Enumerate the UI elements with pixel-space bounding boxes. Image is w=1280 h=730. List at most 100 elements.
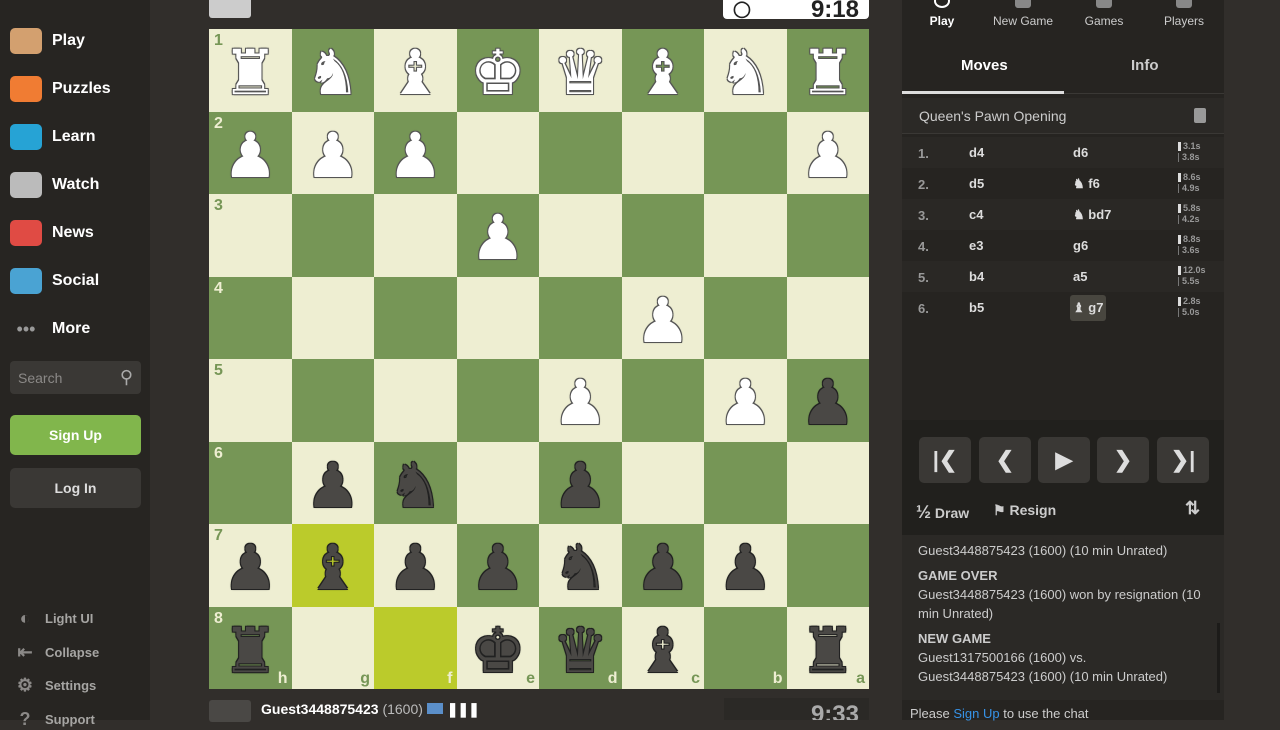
square-g6[interactable]: ♟ bbox=[291, 441, 374, 524]
square-g8[interactable]: g bbox=[291, 606, 374, 689]
sidebar-item-social[interactable]: Social bbox=[10, 266, 99, 296]
square-e7[interactable]: ♟ bbox=[456, 524, 539, 607]
white-pawn-piece[interactable]: ♟ bbox=[800, 124, 856, 187]
square-c1[interactable]: ♝ bbox=[621, 29, 704, 112]
square-g7[interactable]: ♝ bbox=[291, 524, 374, 607]
flip-board-icon[interactable]: ⇅ bbox=[1185, 498, 1200, 519]
black-pawn-piece[interactable]: ♟ bbox=[387, 537, 443, 599]
square-c6[interactable] bbox=[621, 441, 704, 524]
square-b5[interactable]: ♟ bbox=[704, 359, 787, 442]
square-h5[interactable]: 5 bbox=[209, 359, 292, 442]
square-d2[interactable] bbox=[539, 111, 622, 194]
square-h7[interactable]: 7 ♟ bbox=[209, 524, 292, 607]
sidebar-footer-collapse[interactable]: ⇤ Collapse bbox=[14, 642, 99, 663]
sidebar-item-play[interactable]: Play bbox=[10, 26, 85, 56]
square-g3[interactable] bbox=[291, 194, 374, 277]
white-rook-piece[interactable]: ♜ bbox=[222, 42, 278, 104]
white-king-piece[interactable]: ♚ bbox=[470, 42, 526, 104]
black-knight-piece[interactable]: ♞ bbox=[387, 454, 443, 517]
black-knight-piece[interactable]: ♞ bbox=[552, 537, 608, 599]
square-f8[interactable]: f bbox=[374, 606, 457, 689]
white-pawn-piece[interactable]: ♟ bbox=[470, 207, 526, 269]
square-c8[interactable]: c ♝ bbox=[621, 606, 704, 689]
square-c5[interactable] bbox=[621, 359, 704, 442]
square-g1[interactable]: ♞ bbox=[291, 29, 374, 112]
black-bishop-piece[interactable]: ♝ bbox=[305, 537, 361, 599]
square-f2[interactable]: ♟ bbox=[374, 111, 457, 194]
square-h4[interactable]: 4 bbox=[209, 276, 292, 359]
resign-button[interactable]: ⚑ Resign bbox=[993, 502, 1056, 519]
sidebar-item-learn[interactable]: Learn bbox=[10, 122, 96, 152]
next-move-button[interactable]: ❯ bbox=[1097, 437, 1149, 483]
white-pawn-piece[interactable]: ♟ bbox=[635, 289, 691, 352]
square-h1[interactable]: 1 ♜ bbox=[209, 29, 292, 112]
square-e3[interactable]: ♟ bbox=[456, 194, 539, 277]
black-rook-piece[interactable]: ♜ bbox=[800, 619, 856, 682]
square-b4[interactable] bbox=[704, 276, 787, 359]
black-move[interactable]: ♞ f6 bbox=[1070, 176, 1103, 192]
black-pawn-piece[interactable]: ♟ bbox=[800, 372, 856, 434]
square-a6[interactable] bbox=[786, 441, 869, 524]
black-move[interactable]: d6 bbox=[1070, 145, 1091, 160]
tab-games[interactable]: Games bbox=[1064, 0, 1144, 34]
white-knight-piece[interactable]: ♞ bbox=[305, 42, 361, 104]
book-icon[interactable] bbox=[1194, 108, 1206, 123]
chat-scrollbar[interactable] bbox=[1217, 623, 1220, 693]
square-h6[interactable]: 6 bbox=[209, 441, 292, 524]
black-move[interactable]: a5 bbox=[1070, 269, 1090, 284]
black-rook-piece[interactable]: ♜ bbox=[222, 619, 278, 682]
square-b3[interactable] bbox=[704, 194, 787, 277]
white-bishop-piece[interactable]: ♝ bbox=[635, 42, 691, 104]
square-g5[interactable] bbox=[291, 359, 374, 442]
white-knight-piece[interactable]: ♞ bbox=[717, 42, 773, 104]
square-b8[interactable]: b bbox=[704, 606, 787, 689]
black-move[interactable]: g6 bbox=[1070, 238, 1091, 253]
sidebar-item-news[interactable]: News bbox=[10, 218, 94, 248]
previous-move-button[interactable]: ❮ bbox=[979, 437, 1031, 483]
white-move[interactable]: c4 bbox=[969, 207, 983, 222]
square-d4[interactable] bbox=[539, 276, 622, 359]
square-a4[interactable] bbox=[786, 276, 869, 359]
black-move[interactable]: ♝ g7 bbox=[1070, 295, 1107, 321]
white-move[interactable]: b5 bbox=[969, 300, 984, 315]
square-d8[interactable]: d ♛ bbox=[539, 606, 622, 689]
white-pawn-piece[interactable]: ♟ bbox=[305, 124, 361, 187]
black-move[interactable]: ♞ bd7 bbox=[1070, 207, 1114, 223]
square-b6[interactable] bbox=[704, 441, 787, 524]
square-f7[interactable]: ♟ bbox=[374, 524, 457, 607]
square-a8[interactable]: a ♜ bbox=[786, 606, 869, 689]
square-e6[interactable] bbox=[456, 441, 539, 524]
search-icon[interactable]: ⚲ bbox=[120, 367, 133, 388]
white-bishop-piece[interactable]: ♝ bbox=[387, 42, 443, 104]
square-a7[interactable] bbox=[786, 524, 869, 607]
tab-play[interactable]: Play bbox=[902, 0, 982, 34]
square-e1[interactable]: ♚ bbox=[456, 29, 539, 112]
last-move-button[interactable]: ❯| bbox=[1157, 437, 1209, 483]
white-move[interactable]: d4 bbox=[969, 145, 984, 160]
square-c3[interactable] bbox=[621, 194, 704, 277]
white-pawn-piece[interactable]: ♟ bbox=[222, 124, 278, 187]
square-h8[interactable]: 8 h ♜ bbox=[209, 606, 292, 689]
square-a5[interactable]: ♟ bbox=[786, 359, 869, 442]
sidebar-item-puzzles[interactable]: Puzzles bbox=[10, 74, 111, 104]
square-e8[interactable]: e ♚ bbox=[456, 606, 539, 689]
square-c7[interactable]: ♟ bbox=[621, 524, 704, 607]
black-king-piece[interactable]: ♚ bbox=[470, 619, 526, 682]
square-g4[interactable] bbox=[291, 276, 374, 359]
search-box[interactable]: ⚲ bbox=[10, 361, 141, 394]
square-b7[interactable]: ♟ bbox=[704, 524, 787, 607]
sidebar-item-more[interactable]: ••• More bbox=[10, 314, 91, 344]
tab-players[interactable]: Players bbox=[1144, 0, 1224, 34]
sidebar-footer-light-ui[interactable]: ◐ Light UI bbox=[14, 608, 94, 629]
square-e2[interactable] bbox=[456, 111, 539, 194]
log-in-button[interactable]: Log In bbox=[10, 468, 141, 508]
draw-button[interactable]: ½ Draw bbox=[916, 502, 969, 523]
black-pawn-piece[interactable]: ♟ bbox=[717, 537, 773, 599]
square-a3[interactable] bbox=[786, 194, 869, 277]
white-pawn-piece[interactable]: ♟ bbox=[717, 372, 773, 434]
tab-info[interactable]: Info bbox=[1131, 57, 1159, 74]
sidebar-footer-support[interactable]: ? Support bbox=[14, 709, 95, 730]
black-pawn-piece[interactable]: ♟ bbox=[552, 454, 608, 517]
sign-up-button[interactable]: Sign Up bbox=[10, 415, 141, 455]
white-pawn-piece[interactable]: ♟ bbox=[387, 124, 443, 187]
